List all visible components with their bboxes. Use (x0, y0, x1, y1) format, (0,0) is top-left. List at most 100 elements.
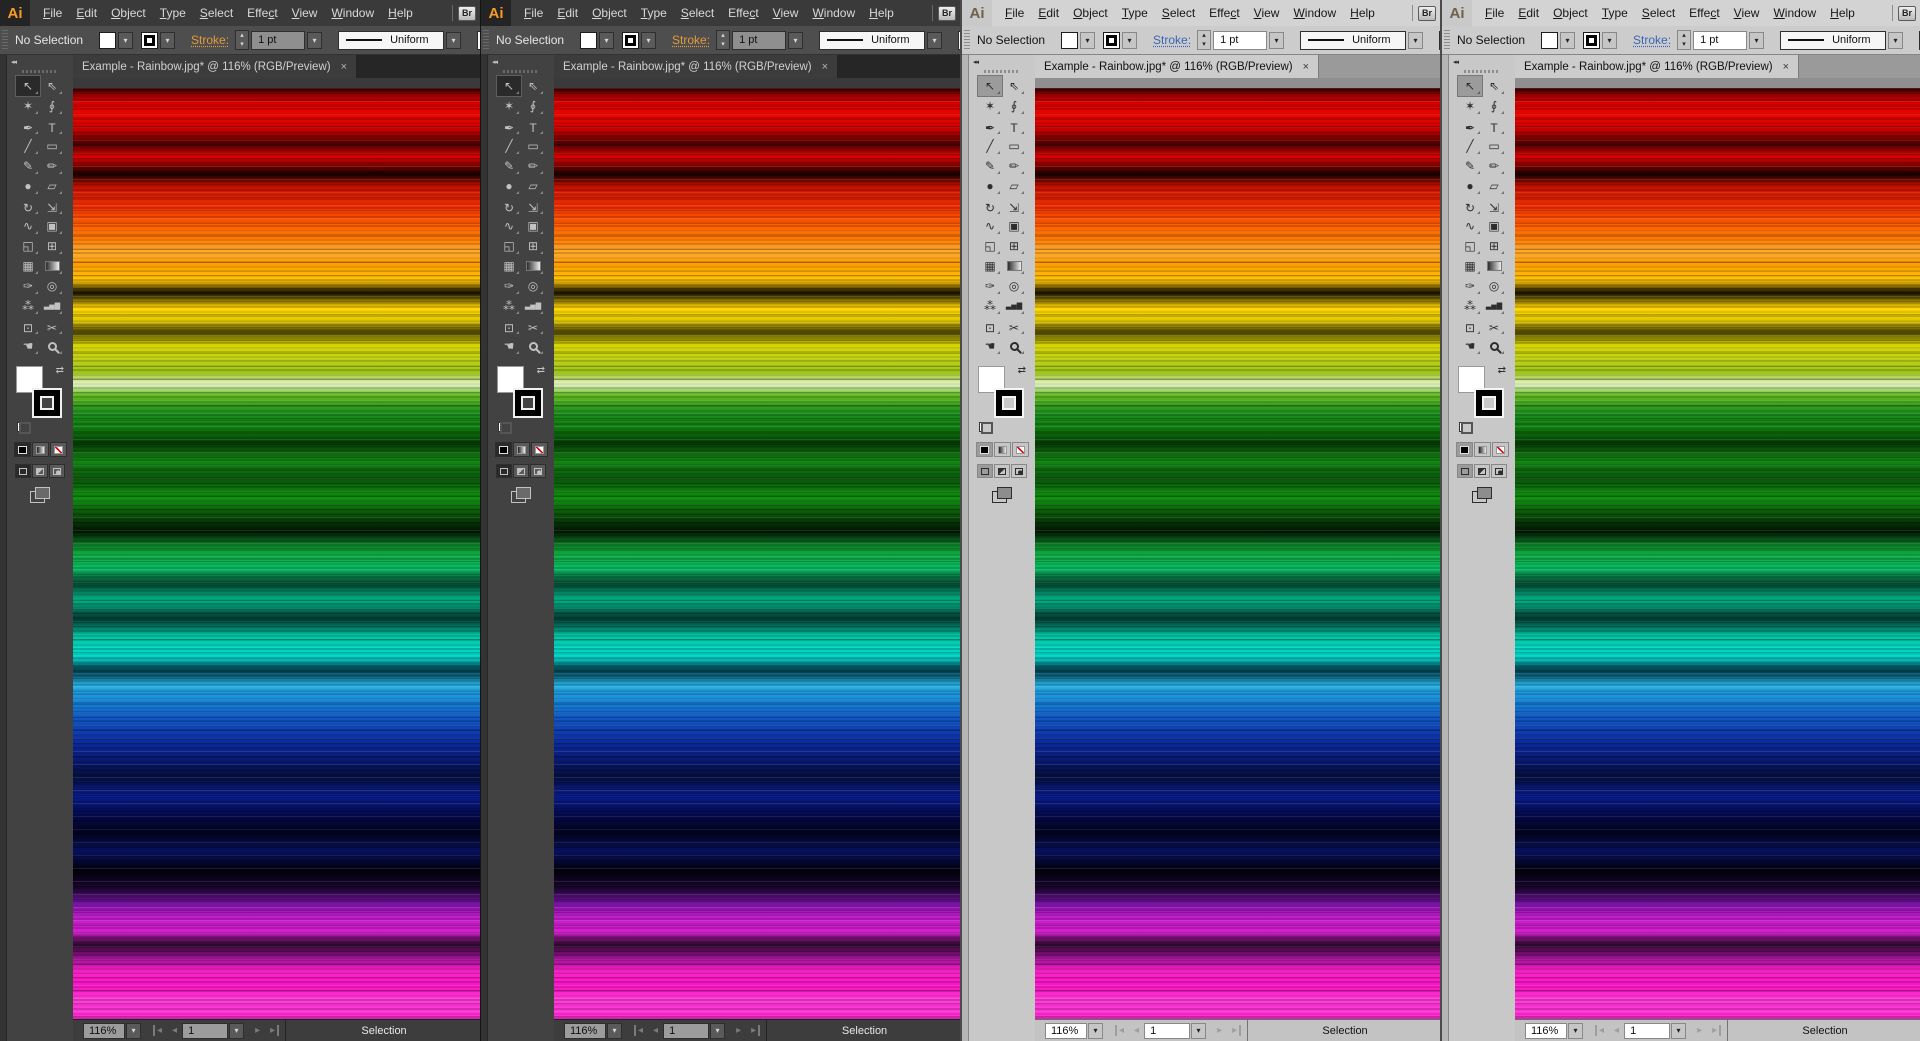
blob-brush-tool[interactable]: ● (1458, 176, 1482, 196)
zoom-tool[interactable] (1002, 336, 1026, 356)
mesh-tool[interactable]: ▦ (978, 256, 1002, 276)
first-artboard-icon[interactable]: ◂ (1595, 1025, 1609, 1036)
stroke-weight-link[interactable]: Stroke: (672, 33, 710, 47)
width-tool[interactable]: ∿ (978, 216, 1002, 236)
gradient-tool[interactable] (521, 256, 545, 276)
panel-drag-handle[interactable] (22, 70, 58, 73)
type-tool[interactable]: T (40, 120, 64, 136)
width-profile-dropdown[interactable]: Uniform (338, 31, 444, 50)
canvas[interactable] (1035, 78, 1440, 1019)
stroke-color-swatch[interactable] (1103, 32, 1120, 49)
first-artboard-icon[interactable]: ◂ (153, 1025, 167, 1036)
lasso-tool[interactable]: ∮ (1482, 96, 1506, 116)
menu-edit[interactable]: Edit (1031, 2, 1066, 24)
stroke-weight-field[interactable]: 1 pt (1693, 31, 1747, 50)
scale-tool[interactable]: ⇲ (40, 200, 64, 216)
artboard-number-field[interactable]: 1 (663, 1023, 709, 1039)
pencil-tool[interactable]: ✏ (1002, 156, 1026, 176)
artboard-dropdown-icon[interactable]: ▾ (710, 1023, 725, 1039)
width-tool[interactable]: ∿ (1458, 216, 1482, 236)
default-fill-stroke-icon[interactable] (17, 422, 31, 434)
perspective-grid-tool[interactable]: ⊞ (1482, 236, 1506, 256)
line-segment-tool[interactable]: ╱ (1458, 136, 1482, 156)
menu-effect[interactable]: Effect (721, 2, 765, 24)
artboard-number-field[interactable]: 1 (1144, 1023, 1190, 1039)
gradient-button[interactable] (32, 442, 49, 457)
artboard-tool[interactable]: ⊡ (16, 320, 40, 336)
draw-behind-button[interactable] (1474, 464, 1490, 478)
symbol-sprayer-tool[interactable]: ⁂ (978, 296, 1002, 316)
gradient-tool[interactable] (1482, 256, 1506, 276)
symbol-sprayer-tool[interactable]: ⁂ (16, 296, 40, 316)
menu-select[interactable]: Select (674, 2, 721, 24)
menu-type[interactable]: Type (153, 2, 193, 24)
line-segment-tool[interactable]: ╱ (497, 136, 521, 156)
panel-drag-handle[interactable] (984, 70, 1020, 73)
menu-effect[interactable]: Effect (1682, 2, 1726, 24)
rectangle-tool[interactable]: ▭ (40, 136, 64, 156)
previous-artboard-icon[interactable]: ◂ (1609, 1025, 1624, 1036)
fill-color-swatch[interactable] (99, 32, 116, 49)
free-transform-tool[interactable]: ▣ (1002, 216, 1026, 236)
magic-wand-tool[interactable]: ✶ (1458, 96, 1482, 116)
last-artboard-icon[interactable]: ▸ (265, 1025, 279, 1036)
artboard-dropdown-icon[interactable]: ▾ (229, 1023, 244, 1039)
stroke-weight-field[interactable]: 1 pt (1213, 31, 1267, 50)
menu-type[interactable]: Type (1115, 2, 1155, 24)
color-button[interactable] (14, 442, 31, 457)
default-fill-stroke-icon[interactable] (498, 422, 512, 434)
scale-tool[interactable]: ⇲ (1482, 200, 1506, 216)
stepper-up-icon[interactable]: ▴ (1198, 31, 1210, 40)
menu-object[interactable]: Object (104, 2, 153, 24)
next-artboard-icon[interactable]: ▸ (1212, 1025, 1227, 1036)
pencil-tool[interactable]: ✏ (1482, 156, 1506, 176)
free-transform-tool[interactable]: ▣ (1482, 216, 1506, 236)
selection-tool[interactable]: ↖ (1458, 76, 1482, 96)
document-tab[interactable]: Example - Rainbow.jpg* @ 116% (RGB/Previ… (554, 55, 838, 78)
gradient-tool[interactable] (1002, 256, 1026, 276)
fill-color-swatch[interactable] (1541, 32, 1558, 49)
paintbrush-tool[interactable]: ✎ (1458, 156, 1482, 176)
width-profile-dropdown[interactable]: Uniform (1300, 31, 1406, 50)
close-tab-icon[interactable]: × (822, 61, 828, 73)
direct-selection-tool[interactable]: ⇖ (1482, 76, 1506, 96)
perspective-grid-tool[interactable]: ⊞ (521, 236, 545, 256)
magic-wand-tool[interactable]: ✶ (16, 96, 40, 116)
menu-edit[interactable]: Edit (1511, 2, 1546, 24)
next-artboard-icon[interactable]: ▸ (250, 1025, 265, 1036)
draw-normal-button[interactable] (15, 464, 31, 478)
zoom-level-field[interactable]: 116% (1525, 1023, 1567, 1039)
zoom-tool[interactable] (1482, 336, 1506, 356)
width-profile-dropdown[interactable]: Uniform (1780, 31, 1886, 50)
stroke-color-swatch[interactable] (1583, 32, 1600, 49)
stroke-weight-dropdown-icon[interactable]: ▾ (1269, 32, 1284, 49)
panel-drag-handle[interactable] (503, 70, 539, 73)
controlbar-grip-handle[interactable] (964, 30, 970, 50)
blend-tool[interactable]: ◎ (521, 276, 545, 296)
stroke-weight-field[interactable]: 1 pt (251, 31, 305, 50)
mesh-tool[interactable]: ▦ (1458, 256, 1482, 276)
none-button[interactable] (1012, 442, 1029, 457)
next-artboard-icon[interactable]: ▸ (1692, 1025, 1707, 1036)
menu-type[interactable]: Type (1595, 2, 1635, 24)
zoom-dropdown-icon[interactable]: ▾ (1568, 1023, 1583, 1039)
fill-dropdown-arrow-icon[interactable]: ▾ (599, 32, 614, 49)
artboard-tool[interactable]: ⊡ (497, 320, 521, 336)
screen-mode-button[interactable] (30, 487, 50, 503)
rainbow-artwork[interactable] (554, 88, 960, 1019)
none-button[interactable] (50, 442, 67, 457)
menu-select[interactable]: Select (1635, 2, 1682, 24)
menu-file[interactable]: File (1478, 2, 1511, 24)
blob-brush-tool[interactable]: ● (978, 176, 1002, 196)
column-graph-tool[interactable]: ▃▅▇ (521, 296, 545, 316)
go-to-bridge-button[interactable]: Br (1898, 6, 1916, 21)
draw-normal-button[interactable] (496, 464, 512, 478)
lasso-tool[interactable]: ∮ (1002, 96, 1026, 116)
stepper-down-icon[interactable]: ▾ (1198, 40, 1210, 49)
draw-inside-button[interactable] (1011, 464, 1027, 478)
stepper-down-icon[interactable]: ▾ (1678, 40, 1690, 49)
panel-drag-handle[interactable] (1464, 70, 1500, 73)
profile-dropdown-arrow-icon[interactable]: ▾ (1888, 32, 1903, 49)
line-segment-tool[interactable]: ╱ (16, 136, 40, 156)
direct-selection-tool[interactable]: ⇖ (521, 76, 545, 96)
